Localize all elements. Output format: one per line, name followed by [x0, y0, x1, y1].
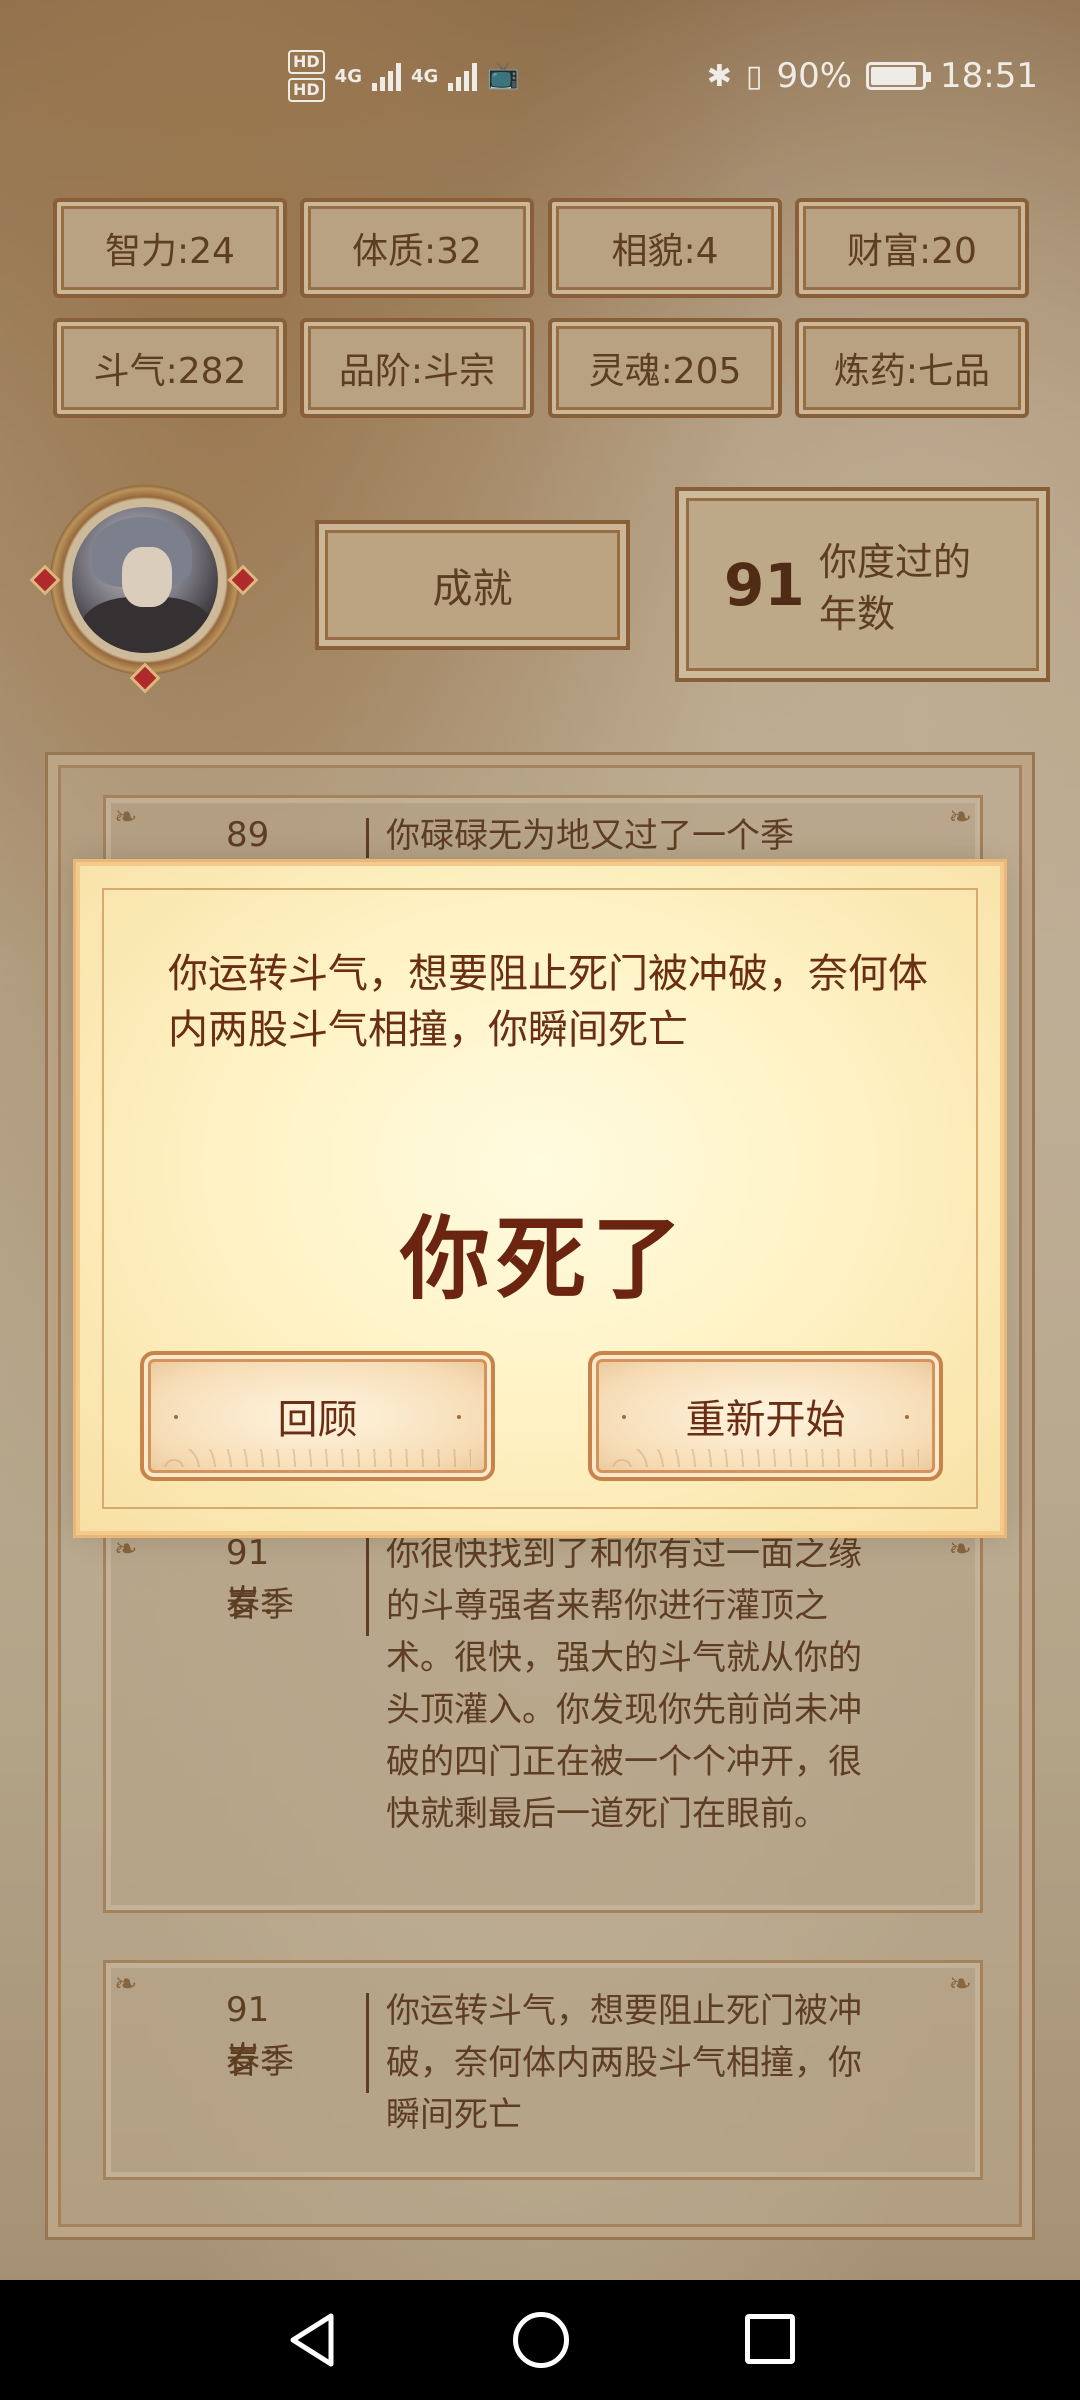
dialog-message: 你运转斗气，想要阻止死门被冲破，奈何体内两股斗气相撞，你瞬间死亡 [168, 951, 928, 1053]
navigation-bar [0, 2280, 1080, 2400]
recent-apps-icon[interactable] [745, 2314, 795, 2364]
home-icon[interactable] [513, 2312, 569, 2368]
dialog-title: 你死了 [400, 1207, 688, 1312]
restart-button[interactable]: 重新开始 [588, 1351, 943, 1481]
review-button-label: 回顾 [277, 1397, 358, 1443]
back-icon[interactable] [285, 2312, 339, 2368]
review-button[interactable]: 回顾 [140, 1351, 495, 1481]
death-dialog: 你运转斗气，想要阻止死门被冲破，奈何体内两股斗气相撞，你瞬间死亡 你死了 回顾 … [76, 862, 1004, 1535]
restart-button-label: 重新开始 [685, 1397, 846, 1443]
